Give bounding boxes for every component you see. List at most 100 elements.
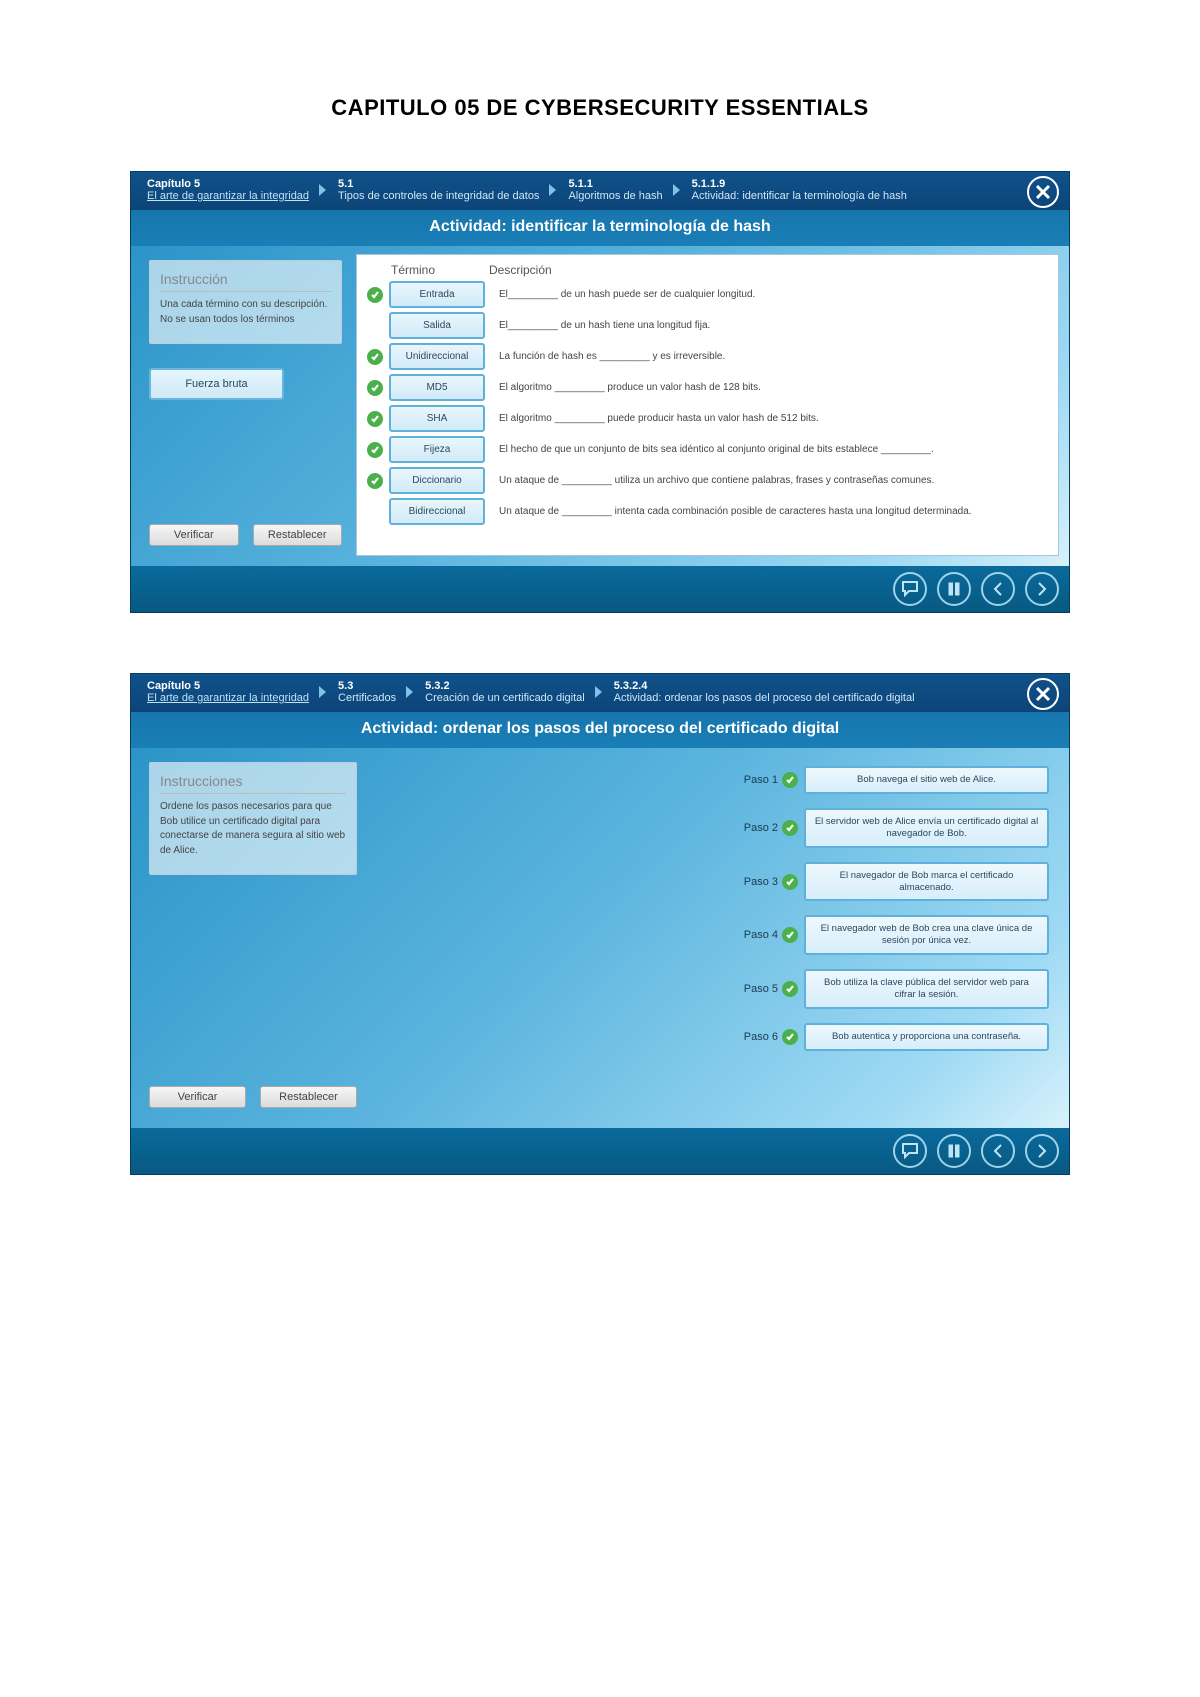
match-row: FijezaEl hecho de que un conjunto de bit… xyxy=(367,436,1048,463)
next-button[interactable] xyxy=(1025,1134,1059,1168)
description-text: El algoritmo _________ puede producir ha… xyxy=(485,412,1048,425)
draggable-term[interactable]: Fuerza bruta xyxy=(149,368,284,400)
prev-button[interactable] xyxy=(981,572,1015,606)
chevron-left-icon xyxy=(990,581,1006,597)
bc-chapter-link[interactable]: El arte de garantizar la integridad xyxy=(147,190,309,202)
check-icon xyxy=(367,473,383,489)
verify-button[interactable]: Verificar xyxy=(149,1086,246,1108)
chevron-right-icon xyxy=(673,184,680,196)
step-slot[interactable]: El servidor web de Alice envía un certif… xyxy=(804,808,1049,848)
step-slot[interactable]: Bob utiliza la clave pública del servido… xyxy=(804,969,1049,1009)
comment-button[interactable] xyxy=(893,1134,927,1168)
bc-subsection-num: 5.3.2 xyxy=(425,680,585,692)
match-row: SHAEl algoritmo _________ puede producir… xyxy=(367,405,1048,432)
chevron-right-icon xyxy=(319,686,326,698)
pause-button[interactable] xyxy=(937,572,971,606)
bc-page-num: 5.3.2.4 xyxy=(614,680,915,692)
step-slot[interactable]: El navegador web de Bob crea una clave ú… xyxy=(804,915,1049,955)
check-icon xyxy=(782,820,798,836)
description-text: Un ataque de _________ intenta cada comb… xyxy=(485,505,1048,518)
bc-subsection-txt: Creación de un certificado digital xyxy=(425,692,585,704)
term-slot[interactable]: Unidireccional xyxy=(389,343,485,370)
term-slot[interactable]: Fijeza xyxy=(389,436,485,463)
instruction-heading: Instrucciones xyxy=(160,773,346,794)
chevron-right-icon xyxy=(406,686,413,698)
step-row: Paso 3 El navegador de Bob marca el certi… xyxy=(371,862,1049,902)
match-row: SalidaEl_________ de un hash tiene una l… xyxy=(367,312,1048,339)
step-row: Paso 5 Bob utiliza la clave pública del s… xyxy=(371,969,1049,1009)
chevron-right-icon xyxy=(1034,1143,1050,1159)
pause-icon xyxy=(946,1143,962,1159)
instruction-panel: Instrucción Una cada término con su desc… xyxy=(149,260,342,344)
term-slot[interactable]: Salida xyxy=(389,312,485,339)
reset-button[interactable]: Restablecer xyxy=(260,1086,357,1108)
step-slot[interactable]: Bob autentica y proporciona una contrase… xyxy=(804,1023,1049,1051)
col-desc-head: Descripción xyxy=(489,263,552,277)
col-term-head: Término xyxy=(367,263,489,277)
term-slot[interactable]: Bidireccional xyxy=(389,498,485,525)
step-row: Paso 2 El servidor web de Alice envía un … xyxy=(371,808,1049,848)
close-button[interactable] xyxy=(1027,176,1059,208)
prev-button[interactable] xyxy=(981,1134,1015,1168)
pause-icon xyxy=(946,581,962,597)
term-slot[interactable]: Entrada xyxy=(389,281,485,308)
bc-section-txt: Tipos de controles de integridad de dato… xyxy=(338,190,539,202)
chevron-right-icon xyxy=(549,184,556,196)
bc-section-num: 5.1 xyxy=(338,178,539,190)
breadcrumb: Capítulo 5 El arte de garantizar la inte… xyxy=(131,172,1069,210)
bc-chapter-num: Capítulo 5 xyxy=(147,680,309,692)
description-text: El_________ de un hash tiene una longitu… xyxy=(485,319,1048,332)
check-icon xyxy=(367,349,383,365)
match-row: EntradaEl_________ de un hash puede ser … xyxy=(367,281,1048,308)
bottom-toolbar xyxy=(131,566,1069,612)
match-row: UnidireccionalLa función de hash es ____… xyxy=(367,343,1048,370)
step-row: Paso 1 Bob navega el sitio web de Alice. xyxy=(371,766,1049,794)
page-title: CAPITULO 05 DE CYBERSECURITY ESSENTIALS xyxy=(0,0,1200,171)
bc-page-num: 5.1.1.9 xyxy=(692,178,907,190)
pause-button[interactable] xyxy=(937,1134,971,1168)
activity-title: Actividad: ordenar los pasos del proceso… xyxy=(131,712,1069,748)
step-slot[interactable]: El navegador de Bob marca el certificado… xyxy=(804,862,1049,902)
breadcrumb: Capítulo 5 El arte de garantizar la inte… xyxy=(131,674,1069,712)
module-hash-activity: Capítulo 5 El arte de garantizar la inte… xyxy=(130,171,1070,613)
step-row: Paso 6Bob autentica y proporciona una co… xyxy=(371,1023,1049,1051)
description-text: El algoritmo _________ produce un valor … xyxy=(485,381,1048,394)
match-row: BidireccionalUn ataque de _________ inte… xyxy=(367,498,1048,525)
matching-table: Término Descripción EntradaEl_________ d… xyxy=(356,254,1059,556)
description-text: Un ataque de _________ utiliza un archiv… xyxy=(485,474,1048,487)
bc-chapter-link[interactable]: El arte de garantizar la integridad xyxy=(147,692,309,704)
close-button[interactable] xyxy=(1027,678,1059,710)
step-label: Paso 5 xyxy=(744,983,778,995)
check-icon xyxy=(367,380,383,396)
chevron-left-icon xyxy=(990,1143,1006,1159)
step-label: Paso 2 xyxy=(744,822,778,834)
match-row: MD5El algoritmo _________ produce un val… xyxy=(367,374,1048,401)
description-text: El_________ de un hash puede ser de cual… xyxy=(485,288,1048,301)
verify-button[interactable]: Verificar xyxy=(149,524,239,546)
term-slot[interactable]: MD5 xyxy=(389,374,485,401)
close-icon xyxy=(1035,686,1051,702)
check-icon xyxy=(782,981,798,997)
term-slot[interactable]: SHA xyxy=(389,405,485,432)
comment-button[interactable] xyxy=(893,572,927,606)
step-label: Paso 3 xyxy=(744,876,778,888)
step-slot[interactable]: Bob navega el sitio web de Alice. xyxy=(804,766,1049,794)
speech-bubble-icon xyxy=(901,1142,919,1160)
step-label: Paso 4 xyxy=(744,929,778,941)
activity-title: Actividad: identificar la terminología d… xyxy=(131,210,1069,246)
chevron-right-icon xyxy=(595,686,602,698)
step-label: Paso 1 xyxy=(744,774,778,786)
bc-subsection-txt: Algoritmos de hash xyxy=(568,190,662,202)
instruction-text: Ordene los pasos necesarios para que Bob… xyxy=(160,800,346,858)
next-button[interactable] xyxy=(1025,572,1059,606)
description-text: La función de hash es _________ y es irr… xyxy=(485,350,1048,363)
step-row: Paso 4 El navegador web de Bob crea una c… xyxy=(371,915,1049,955)
close-icon xyxy=(1035,184,1051,200)
bc-section-num: 5.3 xyxy=(338,680,396,692)
bc-page-txt: Actividad: identificar la terminología d… xyxy=(692,190,907,202)
term-slot[interactable]: Diccionario xyxy=(389,467,485,494)
instruction-text: Una cada término con su descripción. No … xyxy=(160,298,331,327)
check-icon xyxy=(782,1029,798,1045)
reset-button[interactable]: Restablecer xyxy=(253,524,343,546)
bc-section-txt: Certificados xyxy=(338,692,396,704)
